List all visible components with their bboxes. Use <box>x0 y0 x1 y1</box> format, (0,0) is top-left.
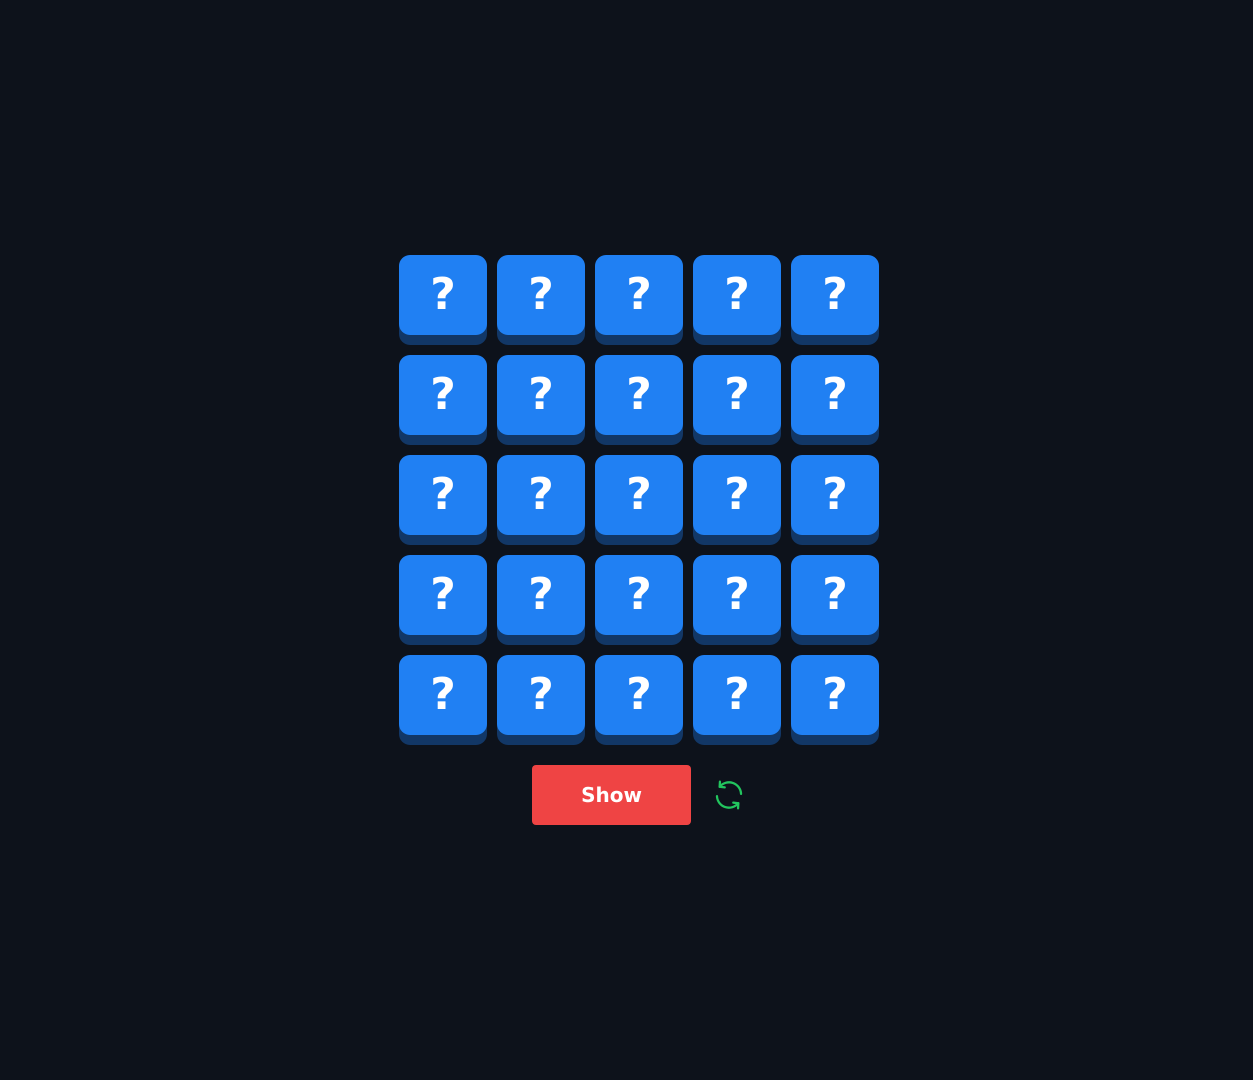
card-tile[interactable]: ? <box>693 555 781 645</box>
question-mark-icon: ? <box>626 569 652 620</box>
question-mark-icon: ? <box>724 369 750 420</box>
card-tile[interactable]: ? <box>693 655 781 745</box>
tile-face: ? <box>399 255 487 335</box>
tile-face: ? <box>399 355 487 435</box>
question-mark-icon: ? <box>724 269 750 320</box>
card-tile[interactable]: ? <box>399 255 487 345</box>
card-tile[interactable]: ? <box>497 255 585 345</box>
card-tile[interactable]: ? <box>791 255 879 345</box>
question-mark-icon: ? <box>430 669 456 720</box>
card-tile[interactable]: ? <box>693 255 781 345</box>
tile-face: ? <box>791 355 879 435</box>
card-tile[interactable]: ? <box>595 355 683 445</box>
tile-face: ? <box>693 655 781 735</box>
card-tile[interactable]: ? <box>693 355 781 445</box>
card-tile[interactable]: ? <box>497 555 585 645</box>
tile-face: ? <box>399 455 487 535</box>
question-mark-icon: ? <box>528 369 554 420</box>
question-mark-icon: ? <box>528 669 554 720</box>
card-tile[interactable]: ? <box>595 455 683 545</box>
card-tile[interactable]: ? <box>497 655 585 745</box>
card-tile[interactable]: ? <box>497 355 585 445</box>
reset-button[interactable] <box>711 777 747 813</box>
question-mark-icon: ? <box>430 569 456 620</box>
question-mark-icon: ? <box>528 269 554 320</box>
tile-face: ? <box>595 455 683 535</box>
tile-face: ? <box>791 255 879 335</box>
tile-face: ? <box>791 555 879 635</box>
tile-face: ? <box>497 555 585 635</box>
tile-face: ? <box>497 255 585 335</box>
card-tile[interactable]: ? <box>791 555 879 645</box>
tile-face: ? <box>497 355 585 435</box>
question-mark-icon: ? <box>724 569 750 620</box>
card-tile[interactable]: ? <box>595 655 683 745</box>
question-mark-icon: ? <box>822 369 848 420</box>
game-board: ????????????????????????? <box>399 255 879 745</box>
show-button[interactable]: Show <box>532 765 691 825</box>
card-tile[interactable]: ? <box>693 455 781 545</box>
question-mark-icon: ? <box>528 569 554 620</box>
question-mark-icon: ? <box>724 669 750 720</box>
card-tile[interactable]: ? <box>791 455 879 545</box>
question-mark-icon: ? <box>822 469 848 520</box>
tile-face: ? <box>399 555 487 635</box>
card-tile[interactable]: ? <box>399 655 487 745</box>
controls-bar: Show <box>532 765 747 825</box>
card-tile[interactable]: ? <box>791 355 879 445</box>
tile-face: ? <box>497 455 585 535</box>
tile-face: ? <box>497 655 585 735</box>
question-mark-icon: ? <box>528 469 554 520</box>
card-tile[interactable]: ? <box>399 355 487 445</box>
question-mark-icon: ? <box>626 469 652 520</box>
card-tile[interactable]: ? <box>399 555 487 645</box>
question-mark-icon: ? <box>430 469 456 520</box>
tile-face: ? <box>595 355 683 435</box>
tile-face: ? <box>693 555 781 635</box>
tile-face: ? <box>595 255 683 335</box>
question-mark-icon: ? <box>430 269 456 320</box>
tile-face: ? <box>595 655 683 735</box>
question-mark-icon: ? <box>626 669 652 720</box>
question-mark-icon: ? <box>724 469 750 520</box>
question-mark-icon: ? <box>822 569 848 620</box>
card-tile[interactable]: ? <box>791 655 879 745</box>
tile-face: ? <box>693 355 781 435</box>
tile-face: ? <box>791 655 879 735</box>
question-mark-icon: ? <box>626 269 652 320</box>
tile-face: ? <box>791 455 879 535</box>
question-mark-icon: ? <box>626 369 652 420</box>
refresh-icon <box>715 780 743 810</box>
card-tile[interactable]: ? <box>595 555 683 645</box>
tile-face: ? <box>693 455 781 535</box>
tile-face: ? <box>693 255 781 335</box>
question-mark-icon: ? <box>430 369 456 420</box>
card-tile[interactable]: ? <box>399 455 487 545</box>
question-mark-icon: ? <box>822 269 848 320</box>
tile-face: ? <box>595 555 683 635</box>
tile-face: ? <box>399 655 487 735</box>
question-mark-icon: ? <box>822 669 848 720</box>
card-tile[interactable]: ? <box>595 255 683 345</box>
card-tile[interactable]: ? <box>497 455 585 545</box>
